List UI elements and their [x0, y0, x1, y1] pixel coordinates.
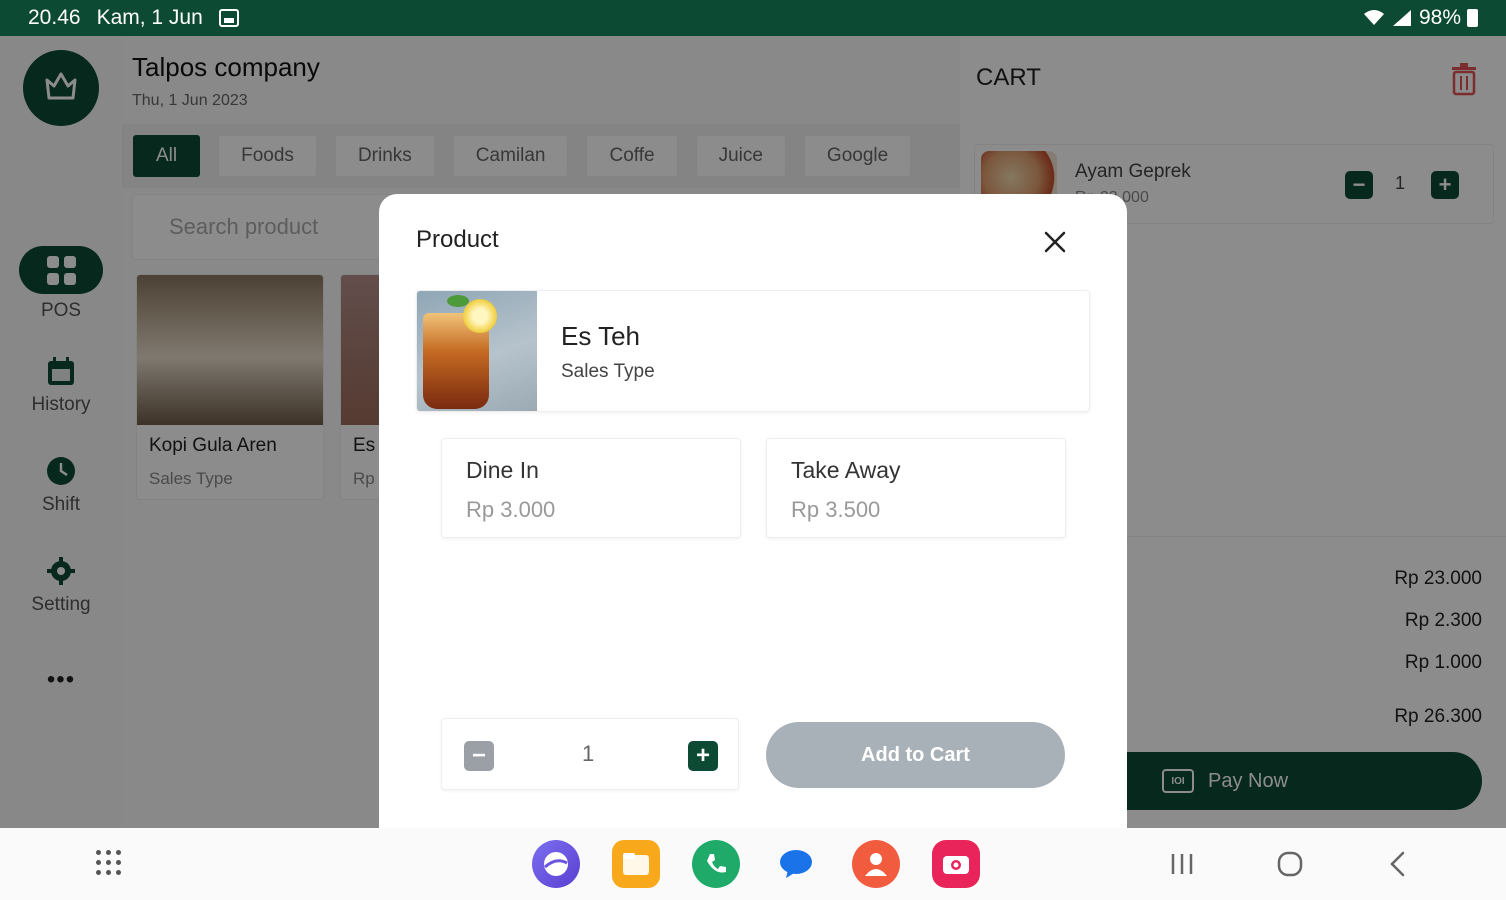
clock: 20.46: [28, 6, 81, 29]
option-price: Rp 3.500: [791, 497, 881, 522]
increase-quantity-button[interactable]: +: [688, 741, 718, 771]
mint-leaf-illustration: [447, 295, 469, 307]
option-dine-in[interactable]: Dine In Rp 3.000: [441, 438, 741, 538]
option-name: Take Away: [791, 457, 901, 483]
gallery-notification-icon: [218, 9, 239, 27]
wifi-icon: [1363, 10, 1384, 25]
modal-product-image: [417, 291, 537, 411]
status-date: Kam, 1 Jun: [96, 6, 203, 29]
option-price: Rp 3.000: [466, 497, 556, 522]
home-icon[interactable]: [1276, 850, 1304, 878]
status-bar: 20.46 Kam, 1 Jun 98%: [0, 0, 1506, 36]
android-nav-bar: [0, 828, 1506, 900]
files-icon[interactable]: [612, 840, 660, 888]
quantity-value: 1: [582, 741, 595, 766]
camera-icon[interactable]: [932, 840, 980, 888]
modal-product-card: Es Teh Sales Type: [416, 290, 1090, 412]
battery-icon: [1467, 9, 1478, 27]
messages-icon[interactable]: [772, 840, 820, 888]
app-drawer-icon[interactable]: [96, 850, 121, 875]
back-icon[interactable]: [1386, 850, 1410, 878]
modal-product-name: Es Teh: [561, 321, 641, 351]
modal-product-type: Sales Type: [561, 361, 655, 382]
add-to-cart-button[interactable]: Add to Cart: [766, 722, 1065, 788]
phone-icon[interactable]: [692, 840, 740, 888]
option-name: Dine In: [466, 457, 539, 483]
product-modal: Product Es Teh Sales Type Dine In Rp 3.0…: [379, 194, 1127, 828]
modal-title: Product: [416, 226, 499, 253]
recent-apps-icon[interactable]: [1168, 852, 1196, 876]
close-icon[interactable]: [1041, 228, 1069, 256]
contacts-icon[interactable]: [852, 840, 900, 888]
option-take-away[interactable]: Take Away Rp 3.500: [766, 438, 1066, 538]
decrease-quantity-button[interactable]: −: [464, 741, 494, 771]
battery-level: 98%: [1418, 6, 1461, 29]
quantity-stepper: − 1 +: [441, 718, 739, 790]
signal-icon: [1392, 10, 1411, 26]
lemon-slice-illustration: [463, 299, 497, 333]
internet-icon[interactable]: [532, 840, 580, 888]
